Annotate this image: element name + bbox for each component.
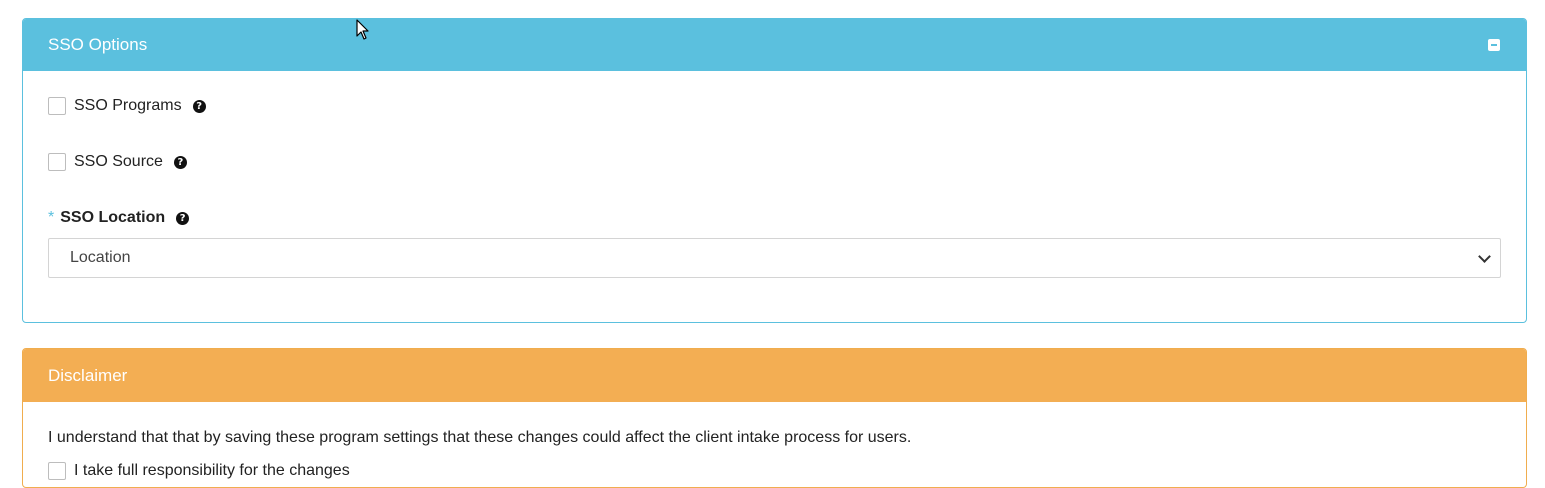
disclaimer-accept-checkbox[interactable] xyxy=(48,462,66,480)
sso-location-label-row: * SSO Location ? xyxy=(48,209,190,227)
sso-source-row: SSO Source ? xyxy=(48,153,187,171)
disclaimer-header: Disclaimer xyxy=(23,349,1526,402)
sso-location-select-value: Location xyxy=(70,249,131,266)
mouse-cursor-icon xyxy=(356,19,369,40)
disclaimer-panel: Disclaimer I understand that that by sav… xyxy=(22,348,1527,488)
sso-location-select[interactable]: Location xyxy=(48,238,1501,278)
sso-programs-checkbox[interactable] xyxy=(48,97,66,115)
sso-programs-label[interactable]: SSO Programs xyxy=(74,97,182,115)
sso-source-checkbox[interactable] xyxy=(48,153,66,171)
chevron-down-icon xyxy=(1478,249,1491,263)
sso-location-label: SSO Location xyxy=(60,209,166,226)
sso-options-panel: SSO Options SSO Programs ? SSO Source ? … xyxy=(22,18,1527,323)
question-circle-icon[interactable]: ? xyxy=(192,99,206,113)
sso-options-header[interactable]: SSO Options xyxy=(23,19,1526,71)
minus-square-icon[interactable] xyxy=(1488,39,1500,51)
required-indicator: * xyxy=(48,209,55,226)
sso-source-label[interactable]: SSO Source xyxy=(74,153,163,171)
disclaimer-title: Disclaimer xyxy=(48,365,128,385)
disclaimer-accept-row: I take full responsibility for the chang… xyxy=(48,462,350,480)
question-circle-icon[interactable]: ? xyxy=(173,155,187,169)
disclaimer-text: I understand that that by saving these p… xyxy=(48,429,912,446)
question-circle-icon[interactable]: ? xyxy=(176,211,190,225)
disclaimer-accept-label[interactable]: I take full responsibility for the chang… xyxy=(74,462,350,480)
sso-options-title: SSO Options xyxy=(48,35,148,54)
sso-programs-row: SSO Programs ? xyxy=(48,97,206,115)
